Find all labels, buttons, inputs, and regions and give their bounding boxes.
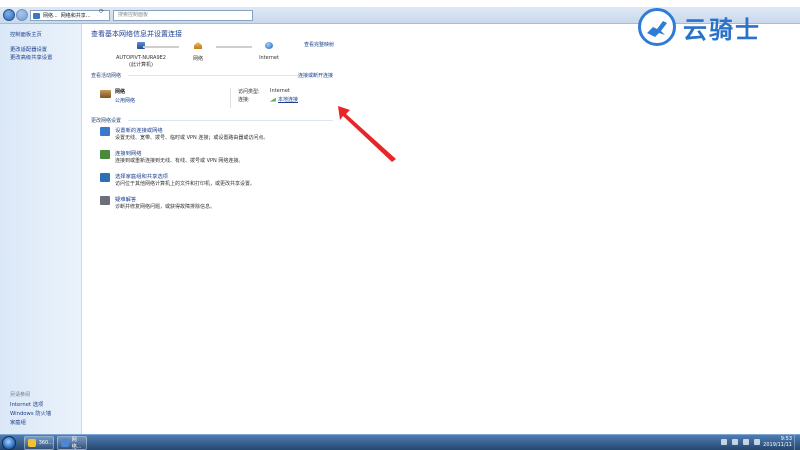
network-window-icon	[61, 439, 69, 447]
homegroup-icon	[100, 173, 110, 182]
computer-sub: (此计算机)	[129, 62, 153, 68]
watermark: 云骑士	[636, 5, 796, 49]
local-connection-label: 本地连接	[278, 97, 299, 103]
connect-network-icon	[100, 150, 110, 159]
network-icon	[33, 12, 40, 19]
connections-label: 连接:	[238, 97, 250, 103]
internet-name: Internet	[259, 55, 279, 61]
local-connection-link[interactable]: 本地连接	[270, 96, 298, 103]
network-type-link[interactable]: 公用网络	[115, 97, 135, 104]
divider	[128, 120, 333, 121]
see-also-label: 另请参阅	[10, 392, 31, 398]
app-360-icon	[28, 439, 36, 447]
network-house-icon	[194, 42, 202, 49]
search-input[interactable]: 搜索控制面板	[113, 10, 253, 21]
sidebar: 控制面板主页 更改适配器设置 更改高级共享设置 另请参阅 Internet 选项…	[0, 24, 82, 434]
task-title[interactable]: 选择家庭组和共享选项	[115, 172, 168, 180]
map-connector	[216, 46, 252, 48]
globe-icon	[265, 42, 273, 49]
active-network-name: 网络	[115, 89, 126, 95]
divider	[230, 88, 231, 108]
public-network-icon	[100, 90, 111, 98]
taskbar-app-label: 网络...	[71, 437, 82, 450]
clock[interactable]: 9:53 2019/11/11	[763, 436, 792, 448]
show-desktop-button[interactable]	[794, 435, 800, 450]
map-node-network: 网络	[183, 42, 213, 62]
task-title[interactable]: 疑难解答	[115, 195, 136, 203]
active-network-card: 网络 公用网络 访问类型: Internet 连接: 本地连接	[100, 88, 318, 110]
task-desc: 设置无线、宽带、拨号、临时或 VPN 连接；或设置路由器或访问点。	[115, 135, 269, 141]
refresh-icon[interactable]: ⟳	[99, 8, 104, 15]
tray-icon[interactable]	[732, 439, 738, 445]
watermark-logo-icon	[638, 8, 676, 46]
sidebar-home-link[interactable]: 控制面板主页	[10, 30, 42, 38]
see-also-firewall[interactable]: Windows 防火墙	[10, 409, 51, 417]
change-settings-header: 更改网络设置	[91, 118, 122, 124]
taskbar-app-network[interactable]: 网络...	[57, 436, 87, 450]
map-node-internet: Internet	[251, 42, 287, 61]
taskbar-app-label: 360...	[38, 440, 53, 446]
access-type-label: 访问类型:	[238, 89, 260, 95]
start-button[interactable]	[2, 436, 16, 450]
active-networks-header: 查看活动网络	[91, 73, 122, 79]
main-content: 查看基本网络信息并设置连接 查看完整映射 AUTOPIVT-NURA9E2 (此…	[83, 24, 800, 434]
watermark-text: 云骑士	[683, 16, 761, 44]
divider	[128, 75, 298, 76]
sidebar-item-advanced-sharing[interactable]: 更改高级共享设置	[10, 53, 52, 61]
address-field[interactable]: 网络... 网络和共享...	[30, 10, 110, 21]
network-tray-icon[interactable]	[754, 439, 760, 445]
red-arrow-annotation	[338, 106, 396, 162]
network-name: 网络	[192, 56, 203, 62]
task-title[interactable]: 连接到网络	[115, 149, 142, 157]
see-also-internet-options[interactable]: Internet 选项	[10, 400, 43, 408]
taskbar-app-360[interactable]: 360...	[24, 436, 54, 450]
task-desc: 连接到或重新连接到无线、有线、拨号或 VPN 网络连接。	[115, 158, 244, 164]
taskbar: 360... 网络... 9:53 2019/11/11	[0, 434, 800, 450]
clock-date: 2019/11/11	[763, 442, 792, 448]
task-title[interactable]: 设置新的连接或网络	[115, 126, 163, 134]
page-title: 查看基本网络信息并设置连接	[91, 30, 182, 38]
system-tray	[721, 439, 760, 445]
task-desc: 访问位于其他网络计算机上的文件和打印机，或更改共享设置。	[115, 181, 256, 187]
see-also-homegroup[interactable]: 家庭组	[10, 418, 26, 426]
signal-icon	[270, 97, 276, 102]
tray-icon[interactable]	[721, 439, 727, 445]
back-button[interactable]	[3, 9, 15, 21]
breadcrumb-sharing-center[interactable]: 网络和共享...	[61, 12, 91, 19]
breadcrumb-network[interactable]: 网络...	[43, 12, 58, 19]
connect-disconnect-link[interactable]: 连接或断开连接	[298, 72, 333, 79]
task-desc: 诊断并修复网络问题，或获得故障排除信息。	[115, 204, 216, 210]
access-type-value: Internet	[270, 88, 290, 94]
map-connector	[143, 46, 179, 48]
troubleshoot-icon	[100, 196, 110, 205]
forward-button[interactable]	[16, 9, 28, 21]
volume-icon[interactable]	[743, 439, 749, 445]
full-map-link[interactable]: 查看完整映射	[304, 41, 334, 48]
sidebar-item-adapter-settings[interactable]: 更改适配器设置	[10, 45, 47, 53]
new-connection-icon	[100, 127, 110, 136]
